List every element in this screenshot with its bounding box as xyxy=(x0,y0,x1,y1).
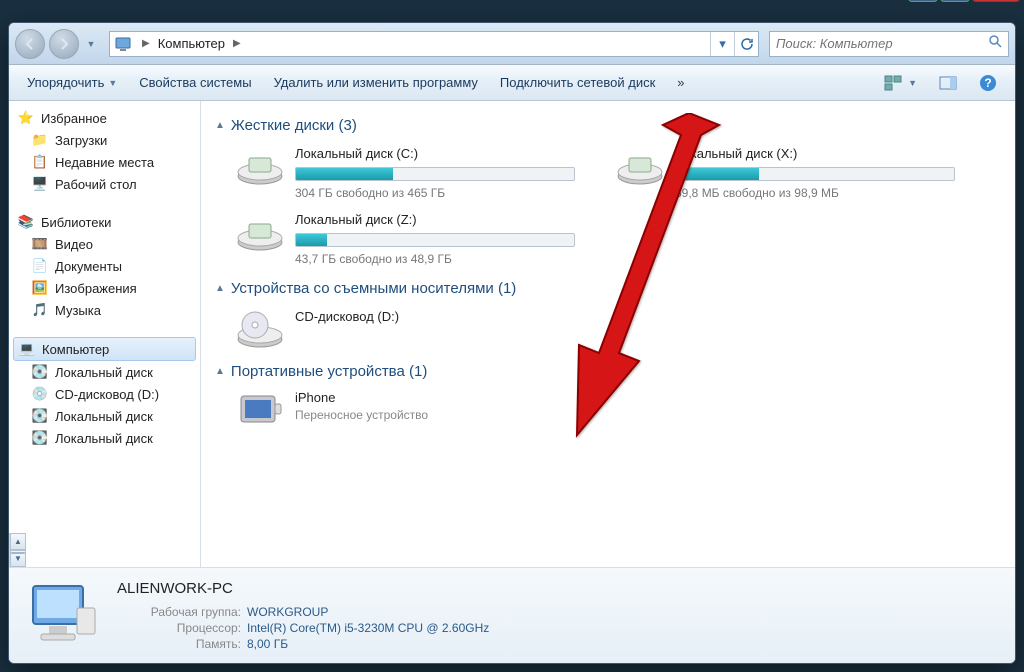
scrollbar-thumb[interactable] xyxy=(11,552,25,554)
nav-bar: ▼ ▶ Компьютер ▶ ▾ xyxy=(9,23,1015,65)
uninstall-program-button[interactable]: Удалить или изменить программу xyxy=(264,71,488,94)
drive-name: CD-дисковод (D:) xyxy=(295,309,575,324)
computer-large-icon xyxy=(25,576,101,652)
address-dropdown-button[interactable]: ▾ xyxy=(710,32,734,56)
sidebar-localdisk[interactable]: 💽Локальный диск xyxy=(9,405,200,427)
search-box[interactable] xyxy=(769,31,1009,57)
drive-icon: 💽 xyxy=(31,430,49,446)
sidebar-scrollbar[interactable]: ▲ ▼ xyxy=(9,533,26,567)
drive-free-text: 43,7 ГБ свободно из 48,9 ГБ xyxy=(295,252,575,266)
drive-c[interactable]: Локальный диск (C:) 304 ГБ свободно из 4… xyxy=(235,144,575,200)
sidebar-pictures[interactable]: 🖼️Изображения xyxy=(9,277,200,299)
sidebar-music[interactable]: 🎵Музыка xyxy=(9,299,200,321)
maximize-button[interactable] xyxy=(940,0,970,2)
navigation-pane: ⭐Избранное 📁Загрузки 📋Недавние места 🖥️Р… xyxy=(9,101,201,567)
workgroup-value: WORKGROUP xyxy=(247,605,328,619)
system-properties-button[interactable]: Свойства системы xyxy=(129,71,261,94)
capacity-bar xyxy=(295,233,575,247)
drive-icon: 💽 xyxy=(31,364,49,380)
forward-button[interactable] xyxy=(49,29,79,59)
view-options-button[interactable]: ▼ xyxy=(874,71,927,95)
sidebar-recent[interactable]: 📋Недавние места xyxy=(9,151,200,173)
sidebar-documents[interactable]: 📄Документы xyxy=(9,255,200,277)
scroll-up-button[interactable]: ▲ xyxy=(10,533,26,550)
sidebar-favorites[interactable]: ⭐Избранное xyxy=(9,107,200,129)
search-input[interactable] xyxy=(776,36,988,51)
sidebar-cddrive[interactable]: 💿CD-дисковод (D:) xyxy=(9,383,200,405)
libraries-icon: 📚 xyxy=(17,214,35,230)
music-icon: 🎵 xyxy=(31,302,49,318)
capacity-bar xyxy=(295,167,575,181)
hdd-icon xyxy=(615,144,665,186)
drive-name: Локальный диск (X:) xyxy=(675,146,955,161)
chevron-right-icon: ▶ xyxy=(138,38,154,49)
toolbar: Упорядочить▼ Свойства системы Удалить ил… xyxy=(9,65,1015,101)
refresh-button[interactable] xyxy=(734,32,758,56)
sidebar-downloads[interactable]: 📁Загрузки xyxy=(9,129,200,151)
computer-icon xyxy=(114,34,134,54)
hdd-icon xyxy=(235,144,285,186)
cpu-label: Процессор: xyxy=(117,621,247,635)
drive-name: Локальный диск (Z:) xyxy=(295,212,575,227)
category-portable[interactable]: ▲Портативные устройства (1) xyxy=(215,363,1001,380)
cpu-value: Intel(R) Core(TM) i5-3230M CPU @ 2.60GHz xyxy=(247,621,489,635)
drive-free-text: 69,8 МБ свободно из 98,9 МБ xyxy=(675,186,955,200)
svg-text:?: ? xyxy=(984,76,991,90)
drive-icon: 💽 xyxy=(31,408,49,424)
explorer-window: ▼ ▶ Компьютер ▶ ▾ Упорядочить▼ Свойства … xyxy=(8,22,1016,664)
device-name: iPhone xyxy=(295,390,428,405)
device-iphone[interactable]: iPhone Переносное устройство xyxy=(235,390,1001,434)
folder-icon: 📁 xyxy=(31,132,49,148)
desktop-icon: 🖥️ xyxy=(31,176,49,192)
search-icon xyxy=(988,34,1002,53)
back-button[interactable] xyxy=(15,29,45,59)
pictures-icon: 🖼️ xyxy=(31,280,49,296)
organize-menu[interactable]: Упорядочить▼ xyxy=(17,71,127,94)
sidebar-desktop[interactable]: 🖥️Рабочий стол xyxy=(9,173,200,195)
category-hdd[interactable]: ▲Жесткие диски (3) xyxy=(215,117,1001,134)
drive-z[interactable]: Локальный диск (Z:) 43,7 ГБ свободно из … xyxy=(235,210,575,266)
address-bar[interactable]: ▶ Компьютер ▶ ▾ xyxy=(109,31,759,57)
device-subtitle: Переносное устройство xyxy=(295,408,428,422)
memory-label: Память: xyxy=(117,637,247,651)
sidebar-localdisk[interactable]: 💽Локальный диск xyxy=(9,361,200,383)
sidebar-computer[interactable]: 💻Компьютер xyxy=(13,337,196,361)
minimize-button[interactable] xyxy=(908,0,938,2)
computer-icon: 💻 xyxy=(18,341,36,357)
capacity-bar xyxy=(675,167,955,181)
breadcrumb-computer[interactable]: Компьютер xyxy=(154,36,229,51)
category-removable[interactable]: ▲Устройства со съемными носителями (1) xyxy=(215,280,1001,297)
workgroup-label: Рабочая группа: xyxy=(117,605,247,619)
star-icon: ⭐ xyxy=(17,110,35,126)
status-computer-name: ALIENWORK-PC xyxy=(117,580,489,597)
drive-name: Локальный диск (C:) xyxy=(295,146,575,161)
content-pane: ▲Жесткие диски (3) Локальный диск (C:) 3… xyxy=(201,101,1015,567)
sidebar-localdisk[interactable]: 💽Локальный диск xyxy=(9,427,200,449)
chevron-right-icon: ▶ xyxy=(229,38,245,49)
drive-free-text: 304 ГБ свободно из 465 ГБ xyxy=(295,186,575,200)
drive-x[interactable]: Локальный диск (X:) 69,8 МБ свободно из … xyxy=(615,144,955,200)
drive-cd[interactable]: CD-дисковод (D:) xyxy=(235,307,575,349)
details-pane: ALIENWORK-PC Рабочая группа:WORKGROUP Пр… xyxy=(9,567,1015,663)
preview-pane-button[interactable] xyxy=(929,72,967,94)
help-button[interactable]: ? xyxy=(969,70,1007,96)
sidebar-libraries[interactable]: 📚Библиотеки xyxy=(9,211,200,233)
sidebar-video[interactable]: 🎞️Видео xyxy=(9,233,200,255)
cd-drive-icon xyxy=(235,307,285,349)
documents-icon: 📄 xyxy=(31,258,49,274)
hdd-icon xyxy=(235,210,285,252)
close-button[interactable] xyxy=(972,0,1020,2)
toolbar-overflow[interactable]: » xyxy=(667,71,694,94)
recent-icon: 📋 xyxy=(31,154,49,170)
memory-value: 8,00 ГБ xyxy=(247,637,288,651)
video-icon: 🎞️ xyxy=(31,236,49,252)
cd-icon: 💿 xyxy=(31,386,49,402)
portable-device-icon xyxy=(235,390,285,434)
map-drive-button[interactable]: Подключить сетевой диск xyxy=(490,71,665,94)
nav-history-dropdown[interactable]: ▼ xyxy=(83,29,99,59)
